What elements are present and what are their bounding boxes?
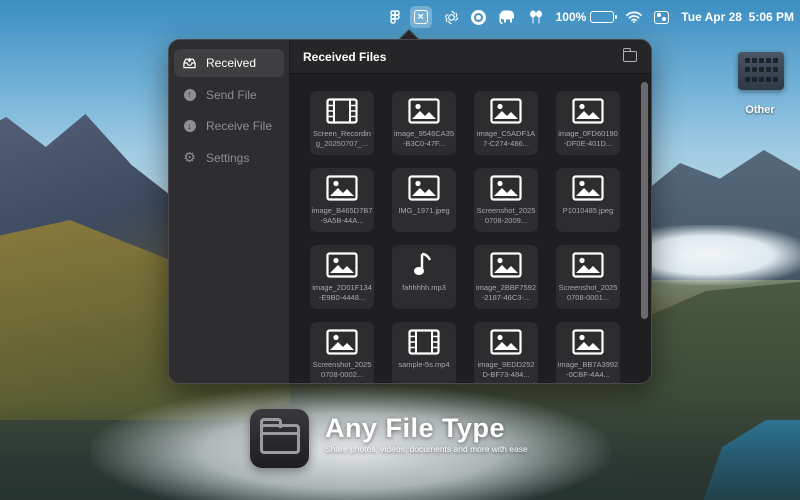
- sidebar-item-receive-file[interactable]: ↓ Receive File: [174, 112, 284, 140]
- file-tile[interactable]: image_B465D7B7-9A5B-44A...: [310, 168, 374, 232]
- photo-icon: [325, 328, 359, 356]
- app-popover: Received ↑ Send File ↓ Receive File ⚙ Se…: [168, 39, 652, 384]
- file-name: Screenshot_20250708-2009...: [476, 206, 536, 225]
- file-tile[interactable]: Screenshot_20250708-0001...: [556, 245, 620, 309]
- photo-icon: [571, 174, 605, 202]
- file-tile[interactable]: Screenshot_20250708-2009...: [474, 168, 538, 232]
- tray-icon: [183, 57, 196, 70]
- file-tile[interactable]: image_BB7A3992-0CBF-4A4...: [556, 322, 620, 383]
- photo-icon: [489, 251, 523, 279]
- scrollbar-thumb[interactable]: [641, 82, 648, 319]
- file-tile[interactable]: fahhhhh.mp3: [392, 245, 456, 309]
- battery-percent: 100%: [555, 10, 587, 24]
- file-tile[interactable]: Screen_Recording_20250707_...: [310, 91, 374, 155]
- promo-folder-icon: [250, 409, 309, 468]
- desktop-folder-other[interactable]: [738, 52, 784, 90]
- sidebar-item-label: Send File: [206, 87, 257, 102]
- film-icon: [407, 328, 441, 356]
- promo-subtitle: Share photos, videos, documents and more…: [325, 444, 528, 454]
- page-title: Received Files: [303, 49, 387, 64]
- sidebar-item-label: Receive File: [206, 119, 273, 133]
- file-grid: Screen_Recording_20250707_... image_9546C…: [310, 91, 620, 383]
- control-center-icon[interactable]: [654, 0, 670, 34]
- photo-icon: [489, 174, 523, 202]
- folder-icon[interactable]: [622, 48, 637, 62]
- arrow-up-circle-icon: ↑: [183, 88, 196, 101]
- file-name: IMG_1971.jpeg: [398, 206, 450, 215]
- photo-icon: [489, 97, 523, 125]
- file-name: Screenshot_20250708-0002...: [312, 360, 372, 379]
- photo-icon: [407, 174, 441, 202]
- scrollbar-track[interactable]: [641, 82, 648, 382]
- wifi-icon[interactable]: [626, 0, 643, 34]
- sidebar-item-label: Settings: [206, 150, 250, 165]
- file-name: image_9546CA35-B3C0-47F...: [393, 129, 455, 148]
- menu-bar: × 100% Tue Apr 28 5:06 PM: [0, 0, 800, 34]
- sidebar-item-settings[interactable]: ⚙ Settings: [174, 144, 284, 172]
- file-name: sample-5s.mp4: [398, 360, 450, 369]
- file-tile[interactable]: image_2D01F134-E9B0-4448...: [310, 245, 374, 309]
- sidebar-item-received[interactable]: Received: [174, 49, 284, 77]
- film-icon: [325, 97, 359, 125]
- gear-icon: ⚙: [183, 149, 196, 165]
- file-name: image_0FD60190-DF0E-401D...: [558, 129, 618, 148]
- photo-icon: [407, 97, 441, 125]
- balloons-icon[interactable]: [528, 0, 544, 34]
- promo-title: Any File Type: [325, 413, 506, 443]
- file-name: fahhhhh.mp3: [402, 283, 446, 292]
- photo-icon: [325, 174, 359, 202]
- file-tile[interactable]: Screenshot_20250708-0002...: [310, 322, 374, 383]
- file-name: Screenshot_20250708-0001...: [558, 283, 618, 302]
- file-name: image_C5ADF1A7-C274-486...: [476, 129, 536, 148]
- file-name: image_2D01F134-E9B0-4448...: [312, 283, 372, 302]
- file-tile[interactable]: P1010485.jpeg: [556, 168, 620, 232]
- file-tile[interactable]: image_C5ADF1A7-C274-486...: [474, 91, 538, 155]
- clock[interactable]: Tue Apr 28 5:06 PM: [681, 0, 794, 34]
- file-name: Screen_Recording_20250707_...: [313, 129, 371, 148]
- main-panel: Received Files Screen_Recording_20250707…: [290, 40, 651, 383]
- figma-icon[interactable]: [389, 0, 400, 34]
- file-tile[interactable]: image_0FD60190-DF0E-401D...: [556, 91, 620, 155]
- file-tile[interactable]: IMG_1971.jpeg: [392, 168, 456, 232]
- battery-status[interactable]: 100%: [555, 0, 618, 34]
- main-header: Received Files: [290, 40, 651, 74]
- openai-icon[interactable]: [444, 0, 459, 34]
- elephant-icon[interactable]: [498, 0, 516, 34]
- photo-icon: [325, 251, 359, 279]
- file-name: image_BB7A3992-0CBF-4A4...: [557, 360, 619, 379]
- file-name: image_9EDD252D-BF73-484...: [477, 360, 535, 379]
- ring-icon[interactable]: [470, 0, 486, 34]
- wallpaper-clouds: [640, 225, 800, 285]
- arrow-down-circle-icon: ↓: [183, 120, 196, 133]
- files-scroll-area[interactable]: Screen_Recording_20250707_... image_9546C…: [290, 74, 651, 383]
- battery-icon: [590, 11, 618, 23]
- app-x-icon[interactable]: ×: [409, 6, 432, 28]
- sidebar: Received ↑ Send File ↓ Receive File ⚙ Se…: [169, 40, 290, 383]
- file-tile[interactable]: image_9EDD252D-BF73-484...: [474, 322, 538, 383]
- sidebar-item-label: Received: [206, 56, 257, 70]
- file-tile[interactable]: image_9546CA35-B3C0-47F...: [392, 91, 456, 155]
- sidebar-item-send-file[interactable]: ↑ Send File: [174, 81, 284, 109]
- photo-icon: [571, 328, 605, 356]
- file-tile[interactable]: sample-5s.mp4: [392, 322, 456, 383]
- file-name: image_B465D7B7-9A5B-44A...: [311, 206, 373, 225]
- photo-icon: [571, 251, 605, 279]
- photo-icon: [489, 328, 523, 356]
- file-name: image_2BBF7592-2187-46C3-...: [475, 283, 537, 302]
- file-tile[interactable]: image_2BBF7592-2187-46C3-...: [474, 245, 538, 309]
- desktop-folder-label: Other: [745, 104, 775, 116]
- music-note-icon: [407, 251, 441, 279]
- file-name: P1010485.jpeg: [562, 206, 614, 215]
- photo-icon: [571, 97, 605, 125]
